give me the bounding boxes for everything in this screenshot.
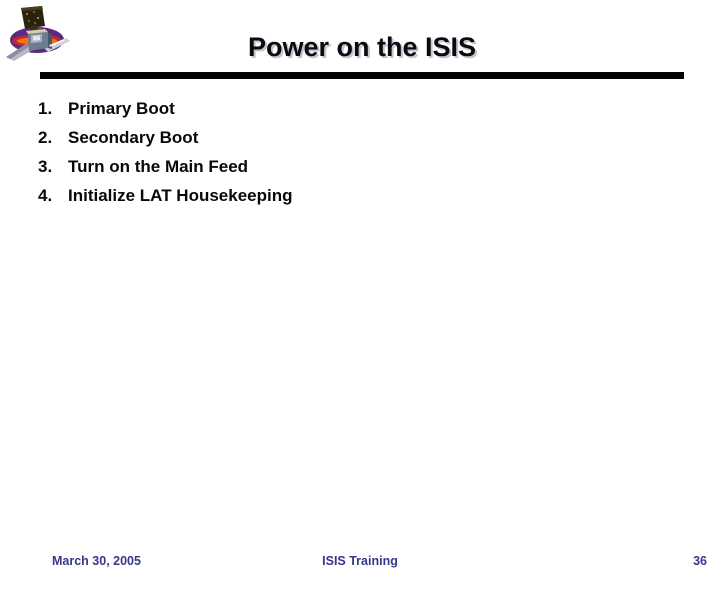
footer-page-number: 36 [693, 554, 707, 568]
slide-footer: March 30, 2005 ISIS Training 36 [0, 549, 720, 573]
list-item-number: 1. [38, 99, 53, 118]
list-item-label: Turn on the Main Feed [68, 157, 249, 176]
list-item: 2. Secondary Boot [38, 123, 658, 152]
list-item-number: 4. [38, 186, 53, 205]
list-item: 3. Turn on the Main Feed [38, 152, 658, 181]
list-item: 4. Initialize LAT Housekeeping [38, 181, 658, 210]
list-item-number: 2. [38, 128, 53, 147]
list-item-label: Secondary Boot [68, 128, 199, 147]
presentation-slide: Power on the ISIS 1. Primary Boot 2. Sec… [0, 0, 720, 590]
list-item: 1. Primary Boot [38, 94, 658, 123]
list-item-label: Primary Boot [68, 99, 175, 118]
numbered-list: 1. Primary Boot 2. Secondary Boot 3. Tur… [38, 94, 658, 210]
list-item-label: Initialize LAT Housekeeping [68, 186, 293, 205]
list-item-number: 3. [38, 157, 53, 176]
title-divider-rule [40, 72, 684, 79]
slide-title: Power on the ISIS [247, 32, 477, 62]
